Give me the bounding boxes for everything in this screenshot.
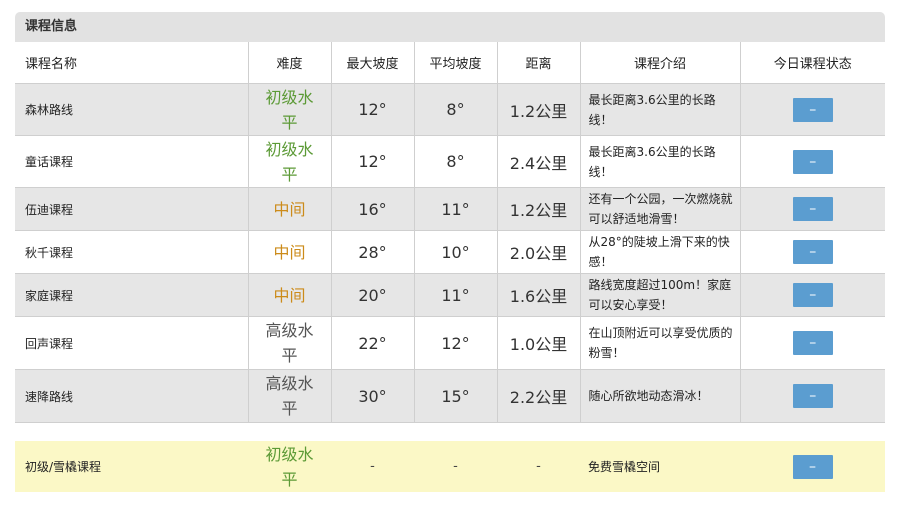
course-name: 家庭课程 (15, 273, 249, 317)
course-distance: 1.6公里 (497, 273, 581, 317)
course-distance: 1.0公里 (497, 316, 581, 370)
section-title: 课程信息 (15, 12, 885, 42)
course-name: 回声课程 (15, 316, 249, 370)
course-level: 高级水平 (248, 316, 332, 370)
table-row: 森林路线 初级水平 12° 8° 1.2公里 最长距离3.6公里的长路线！ – (15, 83, 885, 136)
course-distance: 2.4公里 (497, 135, 581, 188)
course-avg-slope: 10° (414, 230, 498, 274)
course-status: – (740, 316, 885, 370)
table-spacer (15, 422, 885, 441)
course-status-button[interactable]: – (792, 197, 833, 221)
course-level-text: 初级水平 (265, 87, 314, 132)
course-avg-slope: 8° (414, 83, 498, 136)
course-status-button[interactable]: – (792, 384, 833, 408)
course-level-text: 高级水平 (265, 321, 314, 365)
course-intro: 最长距离3.6公里的长路线！ (580, 135, 741, 188)
course-max-slope: 12° (331, 135, 415, 188)
course-intro: 路线宽度超过100m！家庭可以安心享受！ (580, 273, 741, 317)
course-status: – (740, 230, 885, 274)
course-level-text: 初级水平 (265, 444, 314, 489)
course-name: 速降路线 (15, 369, 249, 423)
course-status: – (740, 83, 885, 136)
course-name: 童话课程 (15, 135, 249, 188)
table-row-sled: 初级/雪橇课程 初级水平 - - - 免费雪橇空间 – (15, 441, 885, 492)
course-name: 秋千课程 (15, 230, 249, 274)
course-level: 高级水平 (248, 369, 332, 423)
course-table: 课程名称 难度 最大坡度 平均坡度 距离 课程介绍 今日课程状态 森林路线 初级水… (15, 42, 885, 492)
course-level-text: 中间 (273, 199, 306, 219)
course-level: 初级水平 (248, 135, 332, 188)
course-level-text: 中间 (273, 242, 306, 262)
course-avg-slope: 11° (414, 187, 498, 231)
course-distance: 2.2公里 (497, 369, 581, 423)
table-row: 秋千课程 中间 28° 10° 2.0公里 从28°的陡坡上滑下来的快感！ – (15, 230, 885, 274)
table-row: 速降路线 高级水平 30° 15° 2.2公里 随心所欲地动态滑冰！ – (15, 369, 885, 423)
course-intro: 最长距离3.6公里的长路线！ (580, 83, 741, 136)
header-name: 课程名称 (15, 42, 249, 84)
course-level: 中间 (248, 230, 332, 274)
course-status-button[interactable]: – (792, 240, 833, 264)
course-level: 中间 (248, 273, 332, 317)
course-info-panel: 课程信息 课程名称 难度 最大坡度 平均坡度 距离 课程介绍 今日课程状态 森林… (15, 12, 885, 492)
table-header-row: 课程名称 难度 最大坡度 平均坡度 距离 课程介绍 今日课程状态 (15, 42, 885, 84)
header-intro: 课程介绍 (580, 42, 741, 84)
header-status: 今日课程状态 (740, 42, 885, 84)
course-intro: 免费雪橇空间 (580, 441, 740, 492)
course-avg-slope: - (414, 441, 497, 492)
course-status: – (740, 187, 885, 231)
course-name: 初级/雪橇课程 (15, 441, 248, 492)
course-status: – (740, 135, 885, 188)
header-avg-slope: 平均坡度 (414, 42, 498, 84)
course-max-slope: 30° (331, 369, 415, 423)
course-status-button[interactable]: – (792, 283, 833, 307)
course-max-slope: 22° (331, 316, 415, 370)
course-max-slope: 16° (331, 187, 415, 231)
table-row: 伍迪课程 中间 16° 11° 1.2公里 还有一个公园，一次燃烧就可以舒适地滑雪！ – (15, 187, 885, 231)
course-avg-slope: 8° (414, 135, 498, 188)
table-row: 家庭课程 中间 20° 11° 1.6公里 路线宽度超过100m！家庭可以安心享受！ – (15, 273, 885, 317)
course-status-button[interactable]: – (792, 454, 833, 479)
course-avg-slope: 12° (414, 316, 498, 370)
course-distance: 2.0公里 (497, 230, 581, 274)
course-max-slope: - (331, 441, 414, 492)
header-max-slope: 最大坡度 (331, 42, 415, 84)
course-name: 伍迪课程 (15, 187, 249, 231)
course-distance: - (497, 441, 580, 492)
course-status: – (740, 273, 885, 317)
course-level-text: 中间 (273, 285, 306, 305)
table-row: 回声课程 高级水平 22° 12° 1.0公里 在山顶附近可以享受优质的粉雪！ – (15, 316, 885, 370)
course-status-button[interactable]: – (792, 149, 833, 174)
course-max-slope: 20° (331, 273, 415, 317)
course-max-slope: 12° (331, 83, 415, 136)
course-level-text: 初级水平 (265, 139, 314, 184)
course-name: 森林路线 (15, 83, 249, 136)
course-level: 初级水平 (248, 83, 332, 136)
course-status: – (740, 369, 885, 423)
course-avg-slope: 11° (414, 273, 498, 317)
course-distance: 1.2公里 (497, 83, 581, 136)
header-distance: 距离 (497, 42, 581, 84)
course-intro: 从28°的陡坡上滑下来的快感！ (580, 230, 741, 274)
course-intro: 在山顶附近可以享受优质的粉雪！ (580, 316, 741, 370)
course-distance: 1.2公里 (497, 187, 581, 231)
course-avg-slope: 15° (414, 369, 498, 423)
course-status-button[interactable]: – (792, 97, 833, 122)
course-level: 初级水平 (248, 441, 331, 492)
header-difficulty: 难度 (248, 42, 332, 84)
course-max-slope: 28° (331, 230, 415, 274)
course-level: 中间 (248, 187, 332, 231)
course-intro: 随心所欲地动态滑冰！ (580, 369, 741, 423)
table-row: 童话课程 初级水平 12° 8° 2.4公里 最长距离3.6公里的长路线！ – (15, 135, 885, 188)
course-status: – (740, 441, 885, 492)
course-level-text: 高级水平 (265, 374, 314, 418)
course-status-button[interactable]: – (792, 331, 833, 355)
course-intro: 还有一个公园，一次燃烧就可以舒适地滑雪！ (580, 187, 741, 231)
